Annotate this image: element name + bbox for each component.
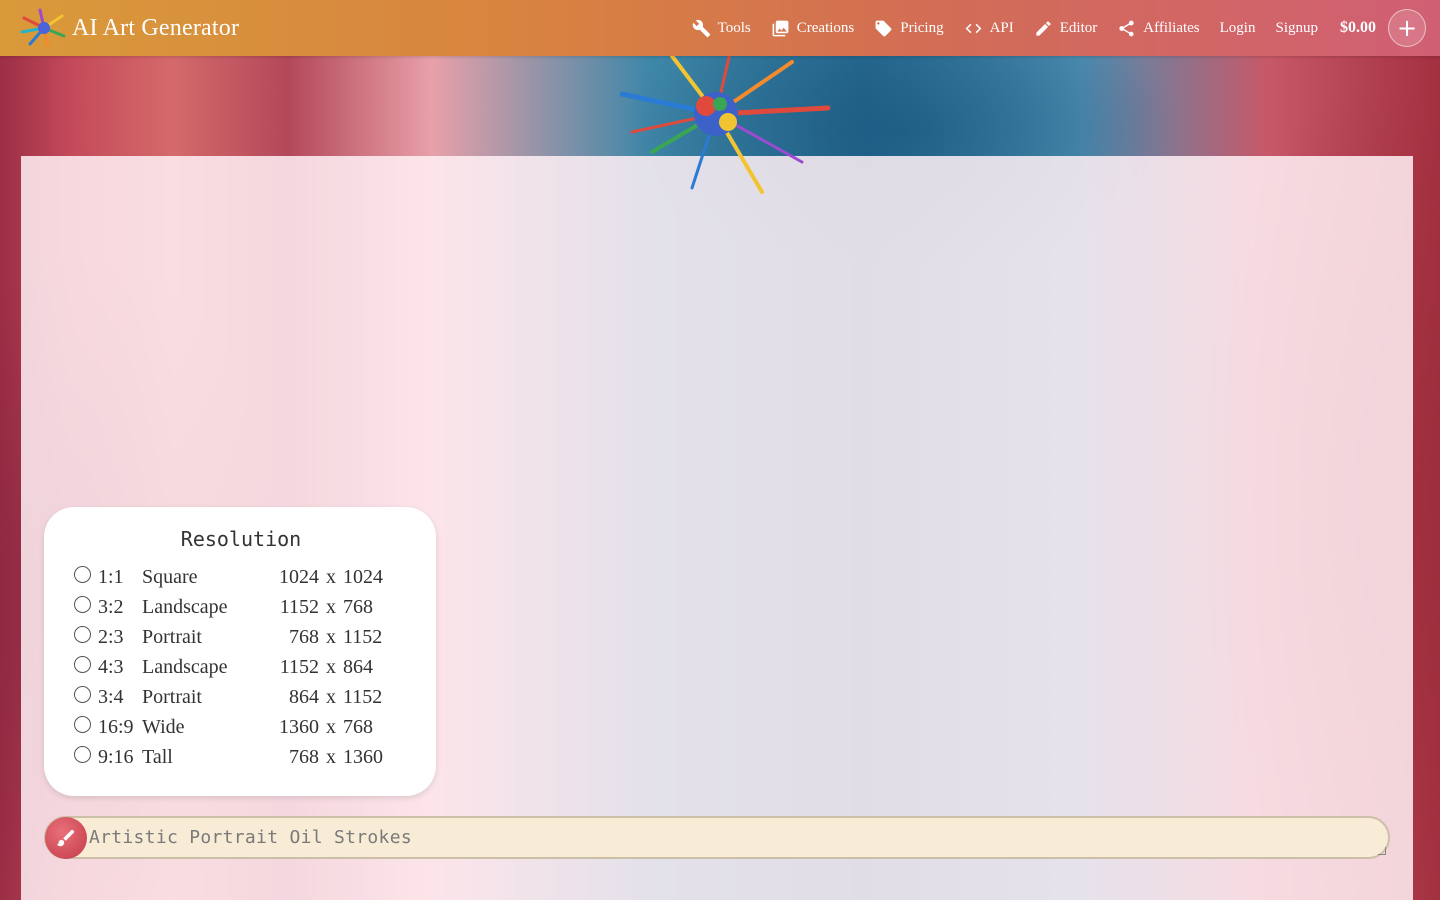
radio-button[interactable] [74, 566, 91, 583]
option-height: 864 [343, 655, 373, 678]
nav-affiliates-label: Affiliates [1143, 19, 1200, 36]
option-name: Wide [142, 715, 185, 738]
tag-icon [875, 20, 892, 36]
option-separator: x [326, 565, 336, 588]
nav-tools[interactable]: Tools [692, 19, 751, 38]
option-name: Landscape [142, 595, 228, 618]
nav-pricing-label: Pricing [900, 19, 944, 36]
resolution-option-9-16[interactable]: 9:16 Tall 768 x 1360 [74, 742, 406, 772]
option-width: 768 [289, 625, 319, 648]
nav-creations[interactable]: Creations [771, 19, 855, 38]
resolution-option-16-9[interactable]: 16:9 Wide 1360 x 768 [74, 712, 406, 742]
option-width: 1360 [279, 715, 319, 738]
option-ratio: 1:1 [98, 565, 124, 588]
radio-button[interactable] [74, 746, 91, 763]
resolution-option-4-3[interactable]: 4:3 Landscape 1152 x 864 [74, 652, 406, 682]
resolution-option-3-4[interactable]: 3:4 Portrait 864 x 1152 [74, 682, 406, 712]
resolution-card: Resolution 1:1 Square 1024 x 1024 3:2 La… [44, 507, 436, 796]
login-link[interactable]: Login [1220, 20, 1256, 37]
code-icon [965, 23, 982, 33]
option-separator: x [326, 715, 336, 738]
paint-splash-logo-icon [20, 8, 66, 48]
option-width: 1152 [279, 595, 319, 618]
option-height: 1024 [343, 565, 383, 588]
option-ratio: 3:4 [98, 685, 124, 708]
option-height: 1152 [343, 625, 383, 648]
nav-tools-label: Tools [717, 19, 751, 36]
radio-button[interactable] [74, 596, 91, 613]
paintbrush-icon [56, 829, 75, 846]
option-height: 1360 [343, 745, 383, 768]
option-width: 768 [289, 745, 319, 768]
top-nav-bar: AI Art Generator Tools Creations Pricing… [0, 0, 1440, 56]
prompt-text[interactable]: Artistic Portrait Oil Strokes [89, 827, 412, 848]
nav-affiliates[interactable]: Affiliates [1117, 19, 1200, 38]
radio-button[interactable] [74, 656, 91, 673]
pencil-icon [1036, 20, 1051, 36]
option-width: 864 [289, 685, 319, 708]
resolution-option-2-3[interactable]: 2:3 Portrait 768 x 1152 [74, 622, 406, 652]
option-ratio: 3:2 [98, 595, 124, 618]
option-separator: x [326, 685, 336, 708]
option-ratio: 2:3 [98, 625, 124, 648]
generate-button[interactable] [45, 816, 87, 859]
option-separator: x [326, 625, 336, 648]
add-credits-button[interactable]: + [1388, 9, 1426, 47]
option-height: 768 [343, 595, 373, 618]
nav-api-label: API [989, 19, 1014, 36]
option-name: Tall [142, 745, 173, 768]
option-separator: x [326, 745, 336, 768]
option-width: 1024 [279, 565, 319, 588]
option-name: Landscape [142, 655, 228, 678]
resolution-option-3-2[interactable]: 3:2 Landscape 1152 x 768 [74, 592, 406, 622]
signup-link[interactable]: Signup [1275, 20, 1318, 37]
paint-splash-decoration-icon [619, 42, 831, 194]
brand[interactable]: AI Art Generator [18, 6, 239, 50]
resolution-title: Resolution [180, 527, 302, 551]
resolution-option-1-1[interactable]: 1:1 Square 1024 x 1024 [74, 562, 406, 592]
prompt-input[interactable]: Artistic Portrait Oil Strokes [44, 816, 1390, 859]
option-name: Portrait [142, 685, 202, 708]
balance-display[interactable]: $0.00 [1340, 19, 1376, 37]
option-ratio: 4:3 [98, 655, 124, 678]
nav-api[interactable]: API [964, 19, 1014, 38]
wrench-icon [692, 19, 710, 37]
option-height: 1152 [343, 685, 383, 708]
nav-pricing[interactable]: Pricing [874, 19, 944, 38]
option-height: 768 [343, 715, 373, 738]
option-name: Portrait [142, 625, 202, 648]
option-width: 1152 [279, 655, 319, 678]
app-title: AI Art Generator [72, 14, 240, 41]
plus-icon: + [1396, 14, 1418, 42]
main-nav: Tools Creations Pricing API Editor Affil… [692, 9, 1426, 47]
resize-handle[interactable] [1378, 847, 1386, 855]
share-icon [1119, 20, 1134, 36]
nav-editor-label: Editor [1059, 19, 1098, 36]
option-ratio: 16:9 [98, 715, 134, 738]
option-name: Square [142, 565, 198, 588]
nav-editor[interactable]: Editor [1034, 19, 1098, 38]
image-icon [772, 20, 789, 36]
radio-button[interactable] [74, 626, 91, 643]
radio-button[interactable] [74, 686, 91, 703]
option-separator: x [326, 595, 336, 618]
nav-creations-label: Creations [796, 19, 855, 36]
option-ratio: 9:16 [98, 745, 134, 768]
radio-button[interactable] [74, 716, 91, 733]
option-separator: x [326, 655, 336, 678]
